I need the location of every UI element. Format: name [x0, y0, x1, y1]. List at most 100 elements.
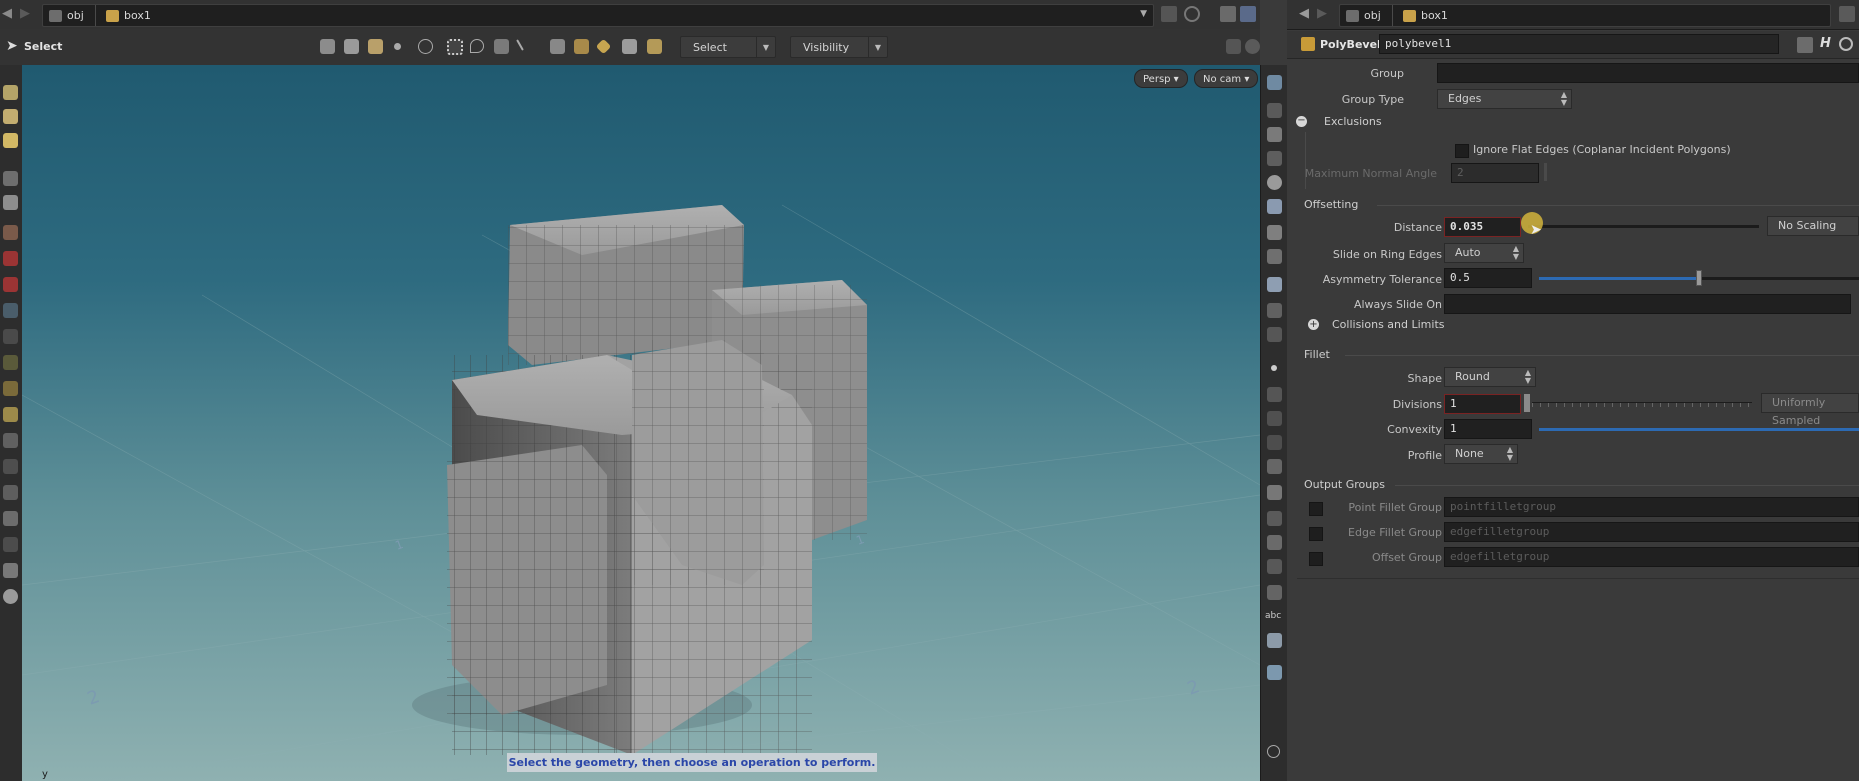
pose-tool-icon[interactable]	[3, 109, 18, 124]
back-arrow-icon[interactable]: ◀	[2, 6, 12, 21]
box-display-icon[interactable]	[1267, 585, 1282, 600]
crumb-box1[interactable]: box1	[106, 5, 151, 26]
toolbar-menu-icon[interactable]	[1226, 39, 1241, 54]
record-icon[interactable]	[3, 251, 18, 266]
camera-menu-button[interactable]: No cam ▾	[1194, 69, 1259, 88]
collapse-icon[interactable]: −	[1296, 116, 1307, 127]
edge-fillet-group-field[interactable]: edgefilletgroup	[1444, 522, 1859, 542]
visibility-dropdown[interactable]: Visibility ▼	[790, 36, 888, 58]
cup-icon[interactable]	[3, 589, 18, 604]
point-display-icon[interactable]	[1271, 365, 1277, 371]
map-pin-icon[interactable]	[1267, 665, 1282, 680]
back-arrow-icon[interactable]: ◀	[1299, 6, 1309, 21]
asymmetry-tolerance-field[interactable]: 0.5	[1444, 268, 1532, 288]
background-image-icon[interactable]	[1267, 633, 1282, 648]
select-mode-dropdown[interactable]: Select ▼	[680, 36, 776, 58]
distance-slider[interactable]	[1528, 225, 1759, 228]
uv-icon[interactable]	[1267, 459, 1282, 474]
select-visible-icon[interactable]	[622, 39, 637, 54]
distance-scaling-menu[interactable]: No Scaling	[1767, 216, 1859, 236]
forward-arrow-icon[interactable]: ▶	[1317, 6, 1327, 21]
path-dropdown-icon[interactable]: ▼	[1140, 9, 1147, 19]
construction-icon[interactable]	[3, 537, 18, 552]
view-icon[interactable]	[3, 303, 18, 318]
crumb-box1[interactable]: box1	[1403, 5, 1448, 26]
select-connected-icon[interactable]	[595, 38, 612, 55]
expand-icon[interactable]: +	[1308, 319, 1319, 330]
ignore-flat-edges-checkbox[interactable]	[1455, 144, 1469, 158]
divisions-field[interactable]: 1	[1444, 394, 1521, 414]
divisions-slider-handle[interactable]	[1524, 394, 1530, 412]
select-arrow-icon[interactable]: ➤	[6, 38, 18, 54]
guide-icon[interactable]	[1267, 303, 1282, 318]
edge-select-icon[interactable]	[368, 39, 383, 54]
split-icon[interactable]	[1240, 6, 1256, 22]
headlight-icon[interactable]	[1267, 249, 1282, 264]
laser-select-icon[interactable]	[516, 39, 524, 51]
ghost-icon[interactable]	[3, 329, 18, 344]
divisions-slider-ticks[interactable]	[1532, 403, 1752, 407]
crumb-obj[interactable]: obj	[49, 5, 84, 26]
handle-tool-icon[interactable]	[3, 85, 18, 100]
background-icon[interactable]	[1267, 277, 1282, 292]
point-fillet-group-field[interactable]: pointfilletgroup	[1444, 497, 1859, 517]
divisions-slider[interactable]	[1532, 402, 1752, 403]
brush-select-icon[interactable]	[494, 39, 509, 54]
wireframe-icon[interactable]	[1267, 199, 1282, 214]
shape-menu[interactable]: Round ▲ ▼	[1444, 367, 1536, 387]
group-type-menu[interactable]: Edges ▲ ▼	[1437, 89, 1572, 109]
desktop-icon[interactable]	[1220, 6, 1236, 22]
distance-field[interactable]: 0.035	[1444, 217, 1521, 237]
always-slide-field[interactable]	[1444, 294, 1851, 314]
exclusions-heading[interactable]: Exclusions	[1324, 115, 1382, 128]
projection-icon[interactable]	[3, 511, 18, 526]
node-name-field[interactable]: polybevel1	[1379, 34, 1779, 54]
slide-ring-menu[interactable]: Auto ▲ ▼	[1444, 243, 1524, 263]
select-groups-icon[interactable]	[574, 39, 589, 54]
ghost-others-icon[interactable]	[1267, 103, 1282, 118]
scale-tool-icon[interactable]	[3, 133, 18, 148]
select-all-icon[interactable]	[418, 39, 433, 54]
vertex-select-icon[interactable]	[394, 43, 401, 50]
left-path-field[interactable]: obj box1 ▼	[42, 4, 1154, 27]
forward-arrow-icon[interactable]: ▶	[20, 6, 30, 21]
secure-select-icon[interactable]	[550, 39, 565, 54]
link-icon[interactable]	[1184, 6, 1200, 22]
crumb-obj[interactable]: obj	[1346, 5, 1381, 26]
lock-camera-icon[interactable]	[1267, 127, 1282, 142]
asymmetry-tolerance-handle[interactable]	[1696, 270, 1702, 286]
snapshot-icon[interactable]	[1267, 535, 1282, 550]
lasso-select-icon[interactable]	[470, 39, 484, 53]
gear-icon[interactable]	[1839, 6, 1855, 22]
points-select-icon[interactable]	[320, 39, 335, 54]
profile-menu[interactable]: None ▲ ▼	[1444, 444, 1518, 464]
group-field[interactable]	[1437, 63, 1859, 83]
text-display-label[interactable]: abc	[1265, 611, 1281, 621]
shading-icon[interactable]	[1267, 175, 1282, 190]
box-select-icon[interactable]	[447, 39, 463, 55]
help-h-icon[interactable]: H	[1820, 36, 1831, 51]
offset-group-field[interactable]: edgefilletgroup	[1444, 547, 1859, 567]
cut-icon[interactable]	[3, 459, 18, 474]
light-icon[interactable]	[1267, 225, 1282, 240]
ruler-icon[interactable]	[3, 563, 18, 578]
select-tool-icon[interactable]	[3, 171, 18, 186]
isolate-icon[interactable]	[1267, 151, 1282, 166]
divisions-mode-menu[interactable]: Uniformly Sampled	[1761, 393, 1859, 427]
grid-icon[interactable]	[3, 381, 18, 396]
primitive-select-icon[interactable]	[344, 39, 359, 54]
vector-icon[interactable]	[1267, 559, 1282, 574]
collisions-heading[interactable]: Collisions and Limits	[1332, 318, 1445, 331]
right-path-field[interactable]: obj box1	[1339, 4, 1831, 27]
search-icon[interactable]	[1839, 37, 1853, 51]
snap-icon[interactable]	[3, 225, 18, 240]
gear-icon[interactable]	[1797, 37, 1813, 53]
lock-icon[interactable]	[3, 195, 18, 210]
texture-icon[interactable]	[1267, 485, 1282, 500]
convexity-slider[interactable]	[1539, 428, 1859, 431]
prim-normals-icon[interactable]	[1267, 411, 1282, 426]
pin-icon[interactable]	[1161, 6, 1177, 22]
perspective-menu-button[interactable]: Persp ▾	[1134, 69, 1188, 88]
numbers-icon[interactable]	[1267, 435, 1282, 450]
camera-icon[interactable]	[3, 277, 18, 292]
